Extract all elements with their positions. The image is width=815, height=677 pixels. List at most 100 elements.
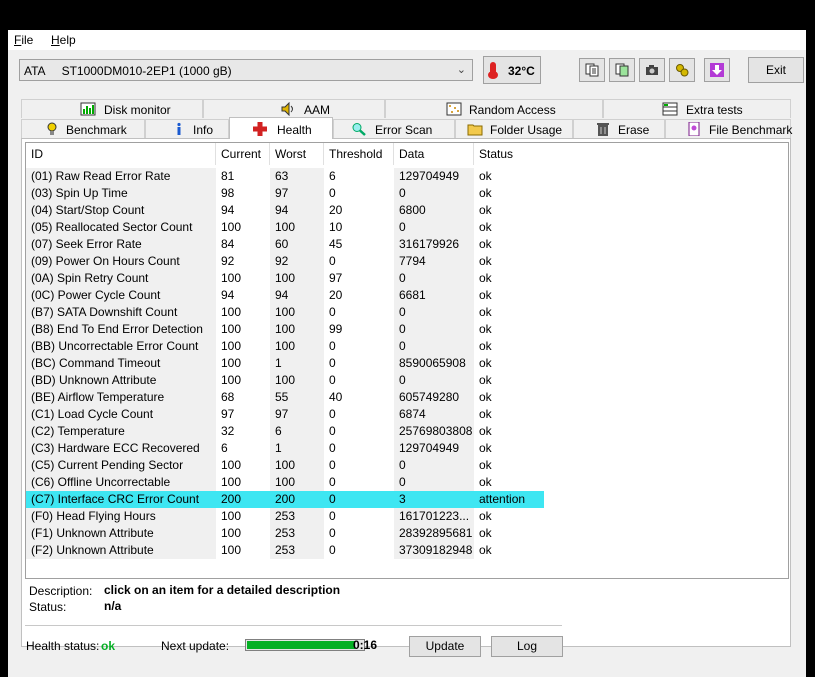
table-row[interactable]: (F0) Head Flying Hours 100 253 0 161701223..… bbox=[26, 508, 544, 525]
table-row[interactable]: (C5) Current Pending Sector 100 100 0 0 ok bbox=[26, 457, 544, 474]
table-row[interactable]: (F1) Unknown Attribute 100 253 0 28392895681… bbox=[26, 525, 544, 542]
table-row[interactable]: (07) Seek Error Rate 84 60 45 316179926 ok bbox=[26, 236, 544, 253]
tab-benchmark[interactable]: Benchmark bbox=[21, 119, 145, 138]
table-row[interactable]: (B7) SATA Downshift Count 100 100 0 0 ok bbox=[26, 304, 544, 321]
cell-status: attention bbox=[479, 492, 526, 506]
info-icon bbox=[177, 122, 181, 135]
speaker-icon bbox=[281, 102, 293, 116]
cell-current: 97 bbox=[221, 407, 235, 421]
tab-aam[interactable]: AAM bbox=[203, 99, 385, 118]
header-threshold[interactable]: Threshold bbox=[324, 143, 394, 165]
cell-data: 0 bbox=[394, 270, 474, 287]
table-row[interactable]: (09) Power On Hours Count 92 92 0 7794 ok bbox=[26, 253, 544, 270]
table-row[interactable]: (0C) Power Cycle Count 94 94 20 6681 ok bbox=[26, 287, 544, 304]
cell-current: 32 bbox=[221, 424, 235, 438]
header-current[interactable]: Current bbox=[216, 143, 270, 165]
cell-data: 7794 bbox=[394, 253, 474, 270]
chart-icon bbox=[80, 102, 96, 116]
table-row[interactable]: (05) Reallocated Sector Count 100 100 10 0 ok bbox=[26, 219, 544, 236]
menu-help[interactable]: Help bbox=[51, 33, 76, 47]
cell-data: 6681 bbox=[394, 287, 474, 304]
header-id[interactable]: ID bbox=[26, 143, 216, 165]
cell-threshold: 0 bbox=[329, 526, 336, 540]
camera-icon bbox=[646, 65, 658, 75]
cell-worst: 100 bbox=[270, 304, 324, 321]
cell-id: (0C) Power Cycle Count bbox=[26, 287, 216, 304]
options-button[interactable] bbox=[669, 58, 695, 82]
cell-status: ok bbox=[479, 509, 492, 523]
cell-id: (C1) Load Cycle Count bbox=[26, 406, 216, 423]
header-data[interactable]: Data bbox=[394, 143, 474, 165]
table-row[interactable]: (0A) Spin Retry Count 100 100 97 0 ok bbox=[26, 270, 544, 287]
table-row[interactable]: (04) Start/Stop Count 94 94 20 6800 ok bbox=[26, 202, 544, 219]
copy-icon bbox=[585, 63, 599, 77]
cell-id: (B8) End To End Error Detection bbox=[26, 321, 216, 338]
copy-text-button[interactable] bbox=[579, 58, 605, 82]
table-row[interactable]: (C2) Temperature 32 6 0 25769803808 ok bbox=[26, 423, 544, 440]
table-row[interactable]: (BB) Uncorrectable Error Count 100 100 0 0 ok bbox=[26, 338, 544, 355]
tab-disk-monitor[interactable]: Disk monitor bbox=[21, 99, 203, 118]
table-row[interactable]: (C7) Interface CRC Error Count 200 200 0 3 at… bbox=[26, 491, 544, 508]
tab-error-scan[interactable]: Error Scan bbox=[333, 119, 455, 138]
tab-folder-usage[interactable]: Folder Usage bbox=[455, 119, 573, 138]
table-row[interactable]: (B8) End To End Error Detection 100 100 99 0… bbox=[26, 321, 544, 338]
cell-worst: 100 bbox=[270, 474, 324, 491]
cell-status: ok bbox=[479, 390, 492, 404]
cell-id: (05) Reallocated Sector Count bbox=[26, 219, 216, 236]
cell-id: (BC) Command Timeout bbox=[26, 355, 216, 372]
table-row[interactable]: (01) Raw Read Error Rate 81 63 6 129704949 ok bbox=[26, 168, 544, 185]
cell-worst: 94 bbox=[270, 287, 324, 304]
tab-info[interactable]: Info bbox=[145, 119, 229, 138]
cell-data: 129704949 bbox=[394, 440, 474, 457]
table-row[interactable]: (C6) Offline Uncorrectable 100 100 0 0 ok bbox=[26, 474, 544, 491]
cell-worst: 55 bbox=[270, 389, 324, 406]
drive-select[interactable]: ATA ST1000DM010-2EP1 (1000 gB) ⌄ bbox=[19, 59, 473, 81]
tab-health[interactable]: Health bbox=[229, 117, 333, 139]
health-status-label: Health status: bbox=[26, 639, 100, 653]
cell-worst: 63 bbox=[270, 168, 324, 185]
update-button[interactable]: Update bbox=[409, 636, 481, 657]
screenshot-button[interactable] bbox=[639, 58, 665, 82]
cell-data: 0 bbox=[394, 185, 474, 202]
table-row[interactable]: (BD) Unknown Attribute 100 100 0 0 ok bbox=[26, 372, 544, 389]
header-status[interactable]: Status bbox=[474, 143, 540, 165]
cell-threshold: 97 bbox=[329, 271, 343, 285]
tab-file-benchmark[interactable]: File Benchmark bbox=[665, 119, 792, 138]
cell-worst: 253 bbox=[270, 525, 324, 542]
cell-worst: 100 bbox=[270, 372, 324, 389]
cell-id: (F2) Unknown Attribute bbox=[26, 542, 216, 559]
header-worst[interactable]: Worst bbox=[270, 143, 324, 165]
tab-erase[interactable]: Erase bbox=[573, 119, 665, 138]
tab-random-access[interactable]: Random Access bbox=[385, 99, 603, 118]
cell-status: ok bbox=[479, 271, 492, 285]
tabs-row-bottom: Benchmark Info Health Error Scan Folder … bbox=[21, 117, 792, 139]
cell-current: 100 bbox=[221, 339, 242, 353]
cell-worst: 100 bbox=[270, 457, 324, 474]
cell-threshold: 0 bbox=[329, 339, 336, 353]
cell-threshold: 0 bbox=[329, 441, 336, 455]
chevron-down-icon: ⌄ bbox=[456, 64, 466, 76]
cell-status: ok bbox=[479, 254, 492, 268]
cell-data: 316179926 bbox=[394, 236, 474, 253]
cell-current: 94 bbox=[221, 288, 235, 302]
cell-id: (01) Raw Read Error Rate bbox=[26, 168, 216, 185]
log-button[interactable]: Log bbox=[491, 636, 563, 657]
cell-threshold: 0 bbox=[329, 475, 336, 489]
table-row[interactable]: (C1) Load Cycle Count 97 97 0 6874 ok bbox=[26, 406, 544, 423]
table-row[interactable]: (F2) Unknown Attribute 100 253 0 37309182948… bbox=[26, 542, 544, 559]
table-row[interactable]: (03) Spin Up Time 98 97 0 0 ok bbox=[26, 185, 544, 202]
cell-id: (C7) Interface CRC Error Count bbox=[26, 491, 216, 508]
cell-data: 0 bbox=[394, 457, 474, 474]
tab-extra-tests[interactable]: Extra tests bbox=[603, 99, 791, 118]
table-row[interactable]: (BE) Airflow Temperature 68 55 40 605749280 o… bbox=[26, 389, 544, 406]
next-update-label: Next update: bbox=[161, 639, 230, 653]
magnifier-icon bbox=[352, 123, 366, 136]
table-row[interactable]: (C3) Hardware ECC Recovered 6 1 0 129704949 o… bbox=[26, 440, 544, 457]
save-button[interactable] bbox=[704, 58, 730, 82]
cell-threshold: 0 bbox=[329, 356, 336, 370]
menu-file[interactable]: File bbox=[14, 33, 33, 47]
copy-image-button[interactable] bbox=[609, 58, 635, 82]
exit-button[interactable]: Exit bbox=[748, 57, 804, 83]
cell-current: 100 bbox=[221, 271, 242, 285]
table-row[interactable]: (BC) Command Timeout 100 1 0 8590065908 ok bbox=[26, 355, 544, 372]
